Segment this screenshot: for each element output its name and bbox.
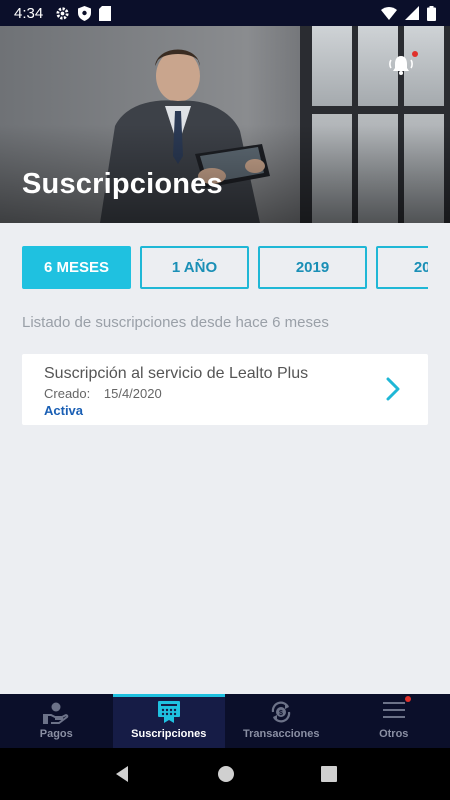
nav-item-transacciones[interactable]: $ Transacciones (225, 694, 338, 748)
nav-label-pagos: Pagos (39, 728, 73, 740)
subscription-card[interactable]: Suscripción al servicio de Lealto Plus C… (22, 354, 428, 425)
nav-label-otros: Otros (379, 728, 409, 740)
created-label: Creado: (44, 386, 91, 401)
page-title: Suscripciones (22, 168, 223, 200)
subscription-icon (157, 701, 180, 723)
period-filter-bar[interactable]: 6 MESES 1 AÑO 2019 2018 (22, 246, 428, 290)
nav-item-pagos[interactable]: Pagos (0, 694, 113, 748)
settings-icon (56, 6, 69, 20)
filter-2019[interactable]: 2019 (258, 246, 367, 289)
filter-1-ano[interactable]: 1 AÑO (140, 246, 249, 289)
exchange-icon: $ (272, 701, 291, 723)
status-badge: Activa (44, 403, 84, 418)
subscription-created: Creado: 15/4/2020 (44, 386, 406, 401)
notification-badge (412, 51, 418, 57)
filter-6-meses[interactable]: 6 MESES (22, 246, 131, 289)
list-description: Listado de suscripciones desde hace 6 me… (22, 314, 329, 331)
nav-item-suscripciones[interactable]: Suscripciones (112, 694, 225, 748)
hand-coin-icon (43, 702, 69, 724)
chevron-right-icon[interactable] (386, 377, 400, 401)
notification-bell-icon[interactable] (388, 54, 414, 76)
shield-icon (78, 5, 92, 21)
menu-icon-wrap (382, 696, 411, 724)
nav-item-otros[interactable]: Otros (338, 694, 450, 748)
wifi-icon (381, 6, 397, 20)
recents-icon[interactable] (321, 766, 337, 782)
nav-label-transacciones: Transacciones (243, 728, 320, 740)
otros-badge (404, 696, 411, 702)
created-date: 15/4/2020 (103, 386, 162, 401)
home-icon[interactable] (217, 765, 235, 783)
status-bar: 4:34 (0, 0, 450, 26)
hero-banner: Suscripciones (0, 26, 450, 223)
bottom-navigation: Pagos Suscripciones $ Transacciones Otro… (0, 694, 450, 748)
subscription-title: Suscripción al servicio de Lealto Plus (44, 365, 309, 382)
system-navigation-bar (0, 748, 450, 800)
filter-2018[interactable]: 2018 (376, 246, 428, 289)
battery-icon (427, 5, 436, 21)
menu-icon (382, 702, 405, 718)
status-time: 4:34 (14, 4, 44, 22)
signal-icon (405, 6, 419, 20)
back-icon[interactable] (113, 765, 131, 783)
svg-text:$: $ (279, 710, 283, 717)
nav-label-suscripciones: Suscripciones (131, 728, 207, 740)
sd-card-icon (99, 5, 112, 21)
